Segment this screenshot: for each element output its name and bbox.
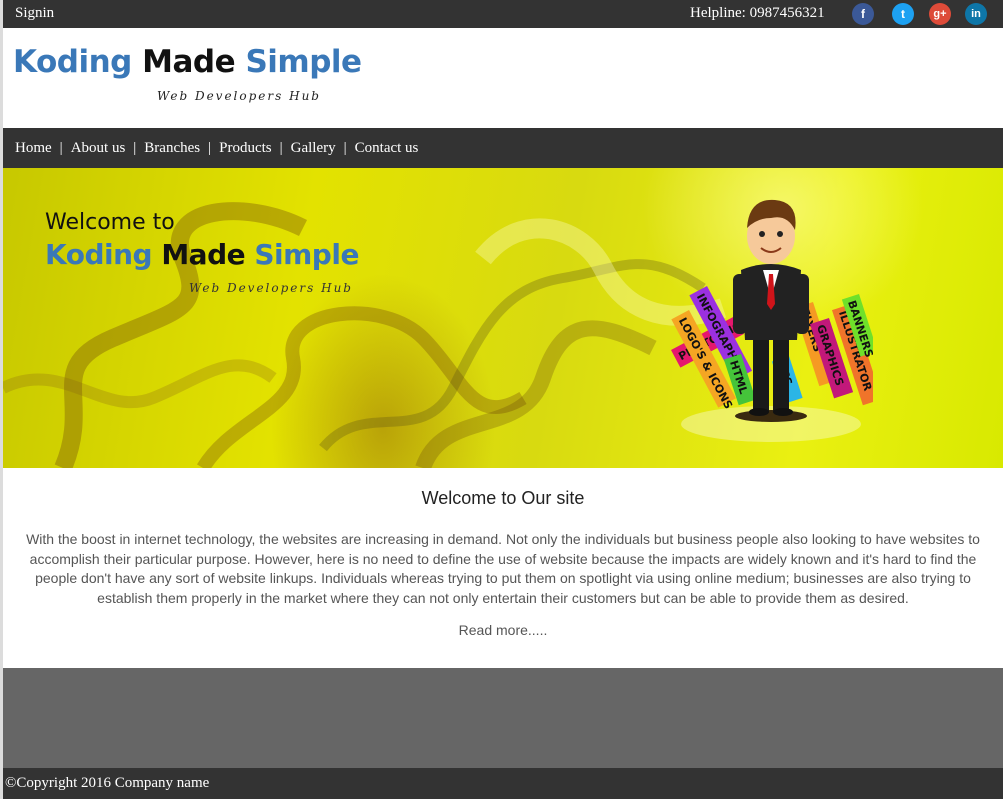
nav-item-contact-us[interactable]: Contact us [355, 140, 419, 157]
welcome-heading: Welcome to Our site [421, 488, 585, 508]
banner-title: Koding Made Simple [45, 238, 359, 271]
site-logo[interactable]: Koding Made Simple [13, 44, 362, 80]
nav-item-home[interactable]: Home [15, 140, 52, 157]
twitter-icon[interactable]: t [892, 3, 914, 25]
banner-word-simple: Simple [254, 238, 359, 271]
linkedin-icon[interactable]: in [965, 3, 987, 25]
site-footer: ©Copyright 2016 Company name [3, 768, 1003, 799]
nav-separator: | [59, 140, 63, 156]
nav-item-gallery[interactable]: Gallery [291, 140, 336, 157]
site-header: Koding Made Simple Web Developers Hub [3, 28, 1003, 128]
businessman-illustration: PHOTOSHOP LOGO'S & ICONS INFOGRAPHIC HTM… [671, 199, 873, 442]
welcome-body-text: With the boost in internet technology, t… [26, 531, 980, 606]
nav-separator: | [133, 140, 137, 156]
signin-link[interactable]: Signin [15, 5, 54, 22]
logo-word-koding: Koding [13, 44, 132, 80]
footer-gray-band [3, 668, 1003, 768]
hero-banner: Welcome to Koding Made Simple Web Develo… [3, 168, 1003, 468]
welcome-section: Welcome to Our site With the boost in in… [3, 468, 1003, 668]
nav-separator: | [279, 140, 283, 156]
banner-tagline: Web Developers Hub [189, 281, 353, 295]
banner-welcome: Welcome to [45, 210, 175, 235]
nav-separator: | [343, 140, 347, 156]
helpline-text: Helpline: 0987456321 [690, 5, 825, 21]
copyright-text: ©Copyright 2016 Company name [5, 775, 210, 791]
logo-word-made: Made [142, 44, 236, 80]
main-nav: Home | About us | Branches | Products | … [3, 128, 1003, 168]
nav-item-branches[interactable]: Branches [144, 140, 200, 157]
banner-word-koding: Koding [45, 238, 153, 271]
logo-word-simple: Simple [245, 44, 362, 80]
nav-item-about-us[interactable]: About us [71, 140, 126, 157]
banner-word-made: Made [161, 238, 246, 271]
top-bar: Signin Helpline: 0987456321 f t g+ in [3, 0, 1003, 28]
nav-item-products[interactable]: Products [219, 140, 272, 157]
logo-tagline: Web Developers Hub [157, 89, 321, 103]
facebook-icon[interactable]: f [852, 3, 874, 25]
read-more-link[interactable]: Read more..... [3, 622, 1003, 638]
nav-separator: | [208, 140, 212, 156]
google-plus-icon[interactable]: g+ [929, 3, 951, 25]
